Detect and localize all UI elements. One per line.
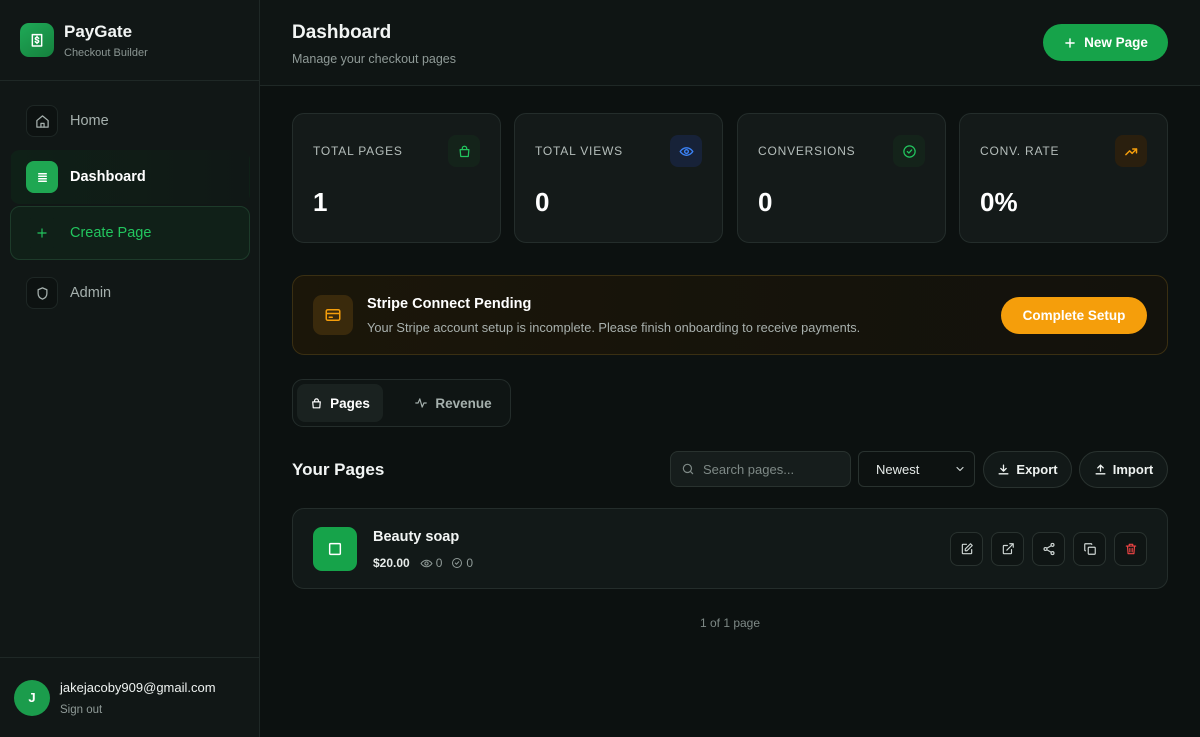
stat-card-total-pages: TOTAL PAGES 1 (292, 113, 501, 243)
user-email: jakejacoby909@gmail.com (60, 679, 216, 695)
delete-button[interactable] (1114, 532, 1147, 566)
share-button[interactable] (1032, 532, 1065, 566)
tab-label: Pages (330, 395, 370, 411)
duplicate-button[interactable] (1073, 532, 1106, 566)
import-button[interactable]: Import (1079, 451, 1168, 488)
banner-text: Your Stripe account setup is incomplete.… (367, 320, 861, 335)
search-input[interactable] (703, 461, 843, 477)
plus-icon (1065, 37, 1075, 48)
stat-card-conv-rate: CONV. RATE 0% (959, 113, 1168, 243)
download-icon (998, 464, 1009, 475)
user-profile: J jakejacoby909@gmail.com Sign out (0, 657, 259, 737)
edit-icon (961, 543, 973, 555)
stat-label: TOTAL VIEWS (535, 144, 623, 158)
new-page-button[interactable]: New Page (1043, 24, 1168, 61)
page-price: $20.00 (373, 556, 410, 570)
sort-select[interactable]: Newest (858, 451, 975, 487)
copy-icon (1083, 543, 1096, 555)
sidebar-item-label: Admin (70, 285, 112, 301)
stat-value: 0 (758, 187, 773, 217)
search-box (670, 451, 851, 487)
credit-card-icon (313, 295, 353, 335)
page-header: Dashboard Manage your checkout pages New… (260, 0, 1200, 86)
tab-label: Revenue (435, 395, 492, 411)
share-icon (1042, 542, 1055, 556)
chevron-down-icon (956, 466, 964, 472)
tab-pages[interactable]: Pages (297, 384, 383, 422)
stat-card-total-views: TOTAL VIEWS 0 (514, 113, 723, 243)
complete-setup-button[interactable]: Complete Setup (1001, 297, 1147, 334)
page-conversions: 0 (451, 556, 473, 570)
sidebar: PayGate Checkout Builder Home Dashboard … (0, 0, 260, 737)
sidebar-nav: Home Dashboard Create Page Admin (10, 94, 250, 322)
stat-label: TOTAL PAGES (313, 144, 403, 158)
page-conversions-count: 0 (466, 556, 474, 570)
new-page-label: New Page (1084, 35, 1148, 50)
external-link-icon (1002, 543, 1014, 555)
upload-icon (1095, 464, 1106, 475)
section-title: Your Pages (292, 460, 385, 479)
stat-label: CONVERSIONS (758, 144, 856, 158)
edit-button[interactable] (950, 532, 983, 566)
page-views-count: 0 (435, 556, 443, 570)
stripe-connect-banner: Stripe Connect Pending Your Stripe accou… (292, 275, 1168, 355)
sort-value: Newest (876, 461, 920, 477)
open-external-button[interactable] (991, 532, 1024, 566)
page-list-item[interactable]: Beauty soap $20.00 0 0 (292, 508, 1168, 589)
sidebar-item-create-page[interactable]: Create Page (10, 206, 250, 260)
stat-value: 1 (313, 187, 328, 217)
sign-out-link[interactable]: Sign out (60, 704, 216, 716)
pagination-info: 1 of 1 page (699, 616, 761, 630)
sidebar-item-admin[interactable]: Admin (10, 266, 250, 320)
sidebar-item-label: Home (70, 113, 109, 129)
check-circle-icon (452, 558, 463, 568)
page-name: Beauty soap (373, 529, 460, 545)
list-icon (26, 161, 58, 193)
home-icon (26, 105, 58, 137)
sidebar-item-home[interactable]: Home (10, 94, 250, 148)
paygate-logo-icon (20, 23, 54, 57)
eye-icon (420, 559, 433, 567)
brand: PayGate Checkout Builder (0, 0, 259, 81)
shield-icon (26, 277, 58, 309)
square-icon (313, 527, 357, 571)
export-button[interactable]: Export (983, 451, 1072, 488)
stat-value: 0 (535, 187, 550, 217)
sidebar-item-label: Create Page (70, 225, 152, 241)
trending-up-icon (1115, 135, 1147, 167)
import-label: Import (1112, 462, 1154, 477)
avatar[interactable]: J (14, 679, 50, 716)
stat-value: 0% (980, 187, 1018, 217)
page-subtitle: Manage your checkout pages (292, 52, 456, 66)
bag-icon (448, 135, 480, 167)
sidebar-item-dashboard[interactable]: Dashboard (10, 150, 250, 204)
check-circle-icon (893, 135, 925, 167)
page-meta: $20.00 0 0 (373, 556, 482, 570)
page-title: Dashboard (292, 22, 392, 43)
bag-icon (312, 397, 321, 408)
brand-name: PayGate (64, 21, 133, 41)
banner-title: Stripe Connect Pending (367, 296, 532, 312)
page-views: 0 (420, 556, 443, 570)
view-tabs: Pages Revenue (292, 379, 511, 427)
stat-card-conversions: CONVERSIONS 0 (737, 113, 946, 243)
tab-revenue[interactable]: Revenue (403, 384, 503, 422)
trash-icon (1125, 543, 1136, 555)
export-label: Export (1016, 462, 1058, 477)
eye-icon (670, 135, 702, 167)
plus-icon (26, 217, 58, 249)
sidebar-item-label: Dashboard (70, 169, 146, 185)
search-icon (682, 463, 694, 475)
brand-subtitle: Checkout Builder (64, 46, 148, 59)
activity-icon (415, 398, 428, 408)
stat-label: CONV. RATE (980, 144, 1060, 158)
page-actions (950, 532, 1147, 566)
